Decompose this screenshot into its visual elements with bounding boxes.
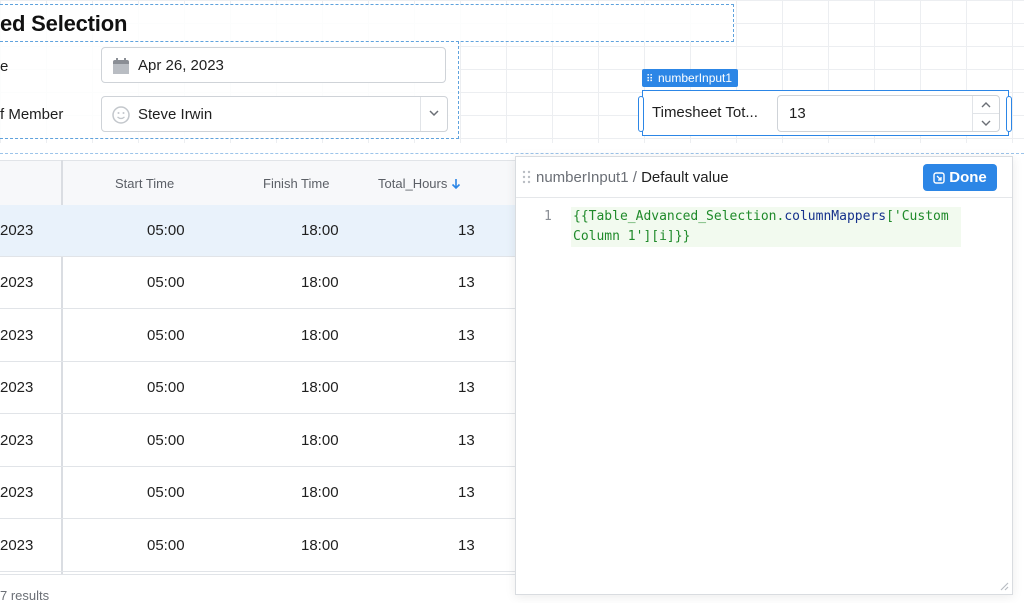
table-header: Start Time Finish Time Total_Hours: [0, 160, 516, 206]
code-brace-open: {{: [573, 209, 589, 224]
cell-total-hours: 13: [458, 274, 475, 291]
code-object: Table_Advanced_Selection: [588, 209, 777, 224]
code-brace-close: }}: [674, 229, 691, 244]
cell-finish-time: 18:00: [301, 484, 339, 501]
member-value: Steve Irwin: [138, 106, 213, 123]
cell-date: 2023: [0, 327, 34, 344]
table-row[interactable]: 2023 05:00 18:00 13: [0, 310, 516, 362]
cell-date: 2023: [0, 484, 34, 501]
table-row[interactable]: 2023 05:00 18:00 13: [0, 467, 516, 519]
popover-header: numberInput1 / Default value Done: [516, 157, 1012, 198]
table-row[interactable]: 2023 05:00 18:00 13: [0, 415, 516, 467]
cell-finish-time: 18:00: [301, 222, 339, 239]
property-editor-popover[interactable]: numberInput1 / Default value Done 1 {{Ta…: [515, 156, 1013, 595]
cell-date: 2023: [0, 222, 34, 239]
editor-gutter: [516, 198, 562, 594]
cell-date: 2023: [0, 537, 34, 554]
cell-date: 2023: [0, 432, 34, 449]
cell-date: 2023: [0, 274, 34, 291]
breadcrumb-separator: /: [628, 169, 642, 186]
cell-start-time: 05:00: [147, 432, 185, 449]
member-label: f Member: [0, 106, 64, 123]
table-row[interactable]: 2023 05:00 18:00 13: [0, 257, 516, 309]
date-picker[interactable]: Apr 26, 2023: [101, 47, 446, 83]
code-index: [i]: [651, 229, 675, 244]
drag-handle-icon[interactable]: [522, 170, 531, 184]
widget-name-tag[interactable]: ⠿ numberInput1: [642, 69, 739, 89]
line-number: 1: [544, 209, 552, 224]
form-container[interactable]: e Apr 26, 2023 f Member Steve Irwin: [0, 41, 459, 139]
drag-handle-icon[interactable]: ⠿: [646, 71, 654, 89]
collapse-icon: [933, 171, 945, 184]
done-label: Done: [949, 169, 987, 186]
widget-name: numberInput1: [658, 71, 733, 85]
cell-total-hours: 13: [458, 537, 475, 554]
cell-total-hours: 13: [458, 379, 475, 396]
done-button[interactable]: Done: [923, 164, 997, 191]
cell-start-time: 05:00: [147, 379, 185, 396]
column-header-start-time[interactable]: Start Time: [115, 176, 174, 191]
cell-start-time: 05:00: [147, 537, 185, 554]
chevron-up-icon: [981, 101, 991, 107]
page-title: ed Selection: [0, 11, 128, 36]
code-bracket-open: [: [886, 209, 894, 224]
cell-start-time: 05:00: [147, 327, 185, 344]
chevron-down-icon[interactable]: [427, 106, 441, 120]
column-header-total-hours[interactable]: Total_Hours: [378, 176, 461, 191]
cell-total-hours: 13: [458, 484, 475, 501]
calendar-icon: [113, 58, 129, 74]
breadcrumb-field: Default value: [641, 169, 729, 186]
cell-finish-time: 18:00: [301, 379, 339, 396]
column-header-total-hours-label: Total_Hours: [378, 176, 448, 191]
number-stepper[interactable]: [972, 96, 999, 131]
number-input-value: 13: [789, 105, 806, 122]
table-footer: 7 results: [0, 574, 516, 603]
number-input-field[interactable]: 13: [777, 95, 1000, 132]
code-property: columnMappers: [784, 209, 887, 224]
title-widget[interactable]: ed Selection: [0, 4, 734, 42]
date-value: Apr 26, 2023: [138, 57, 224, 74]
resize-grip-icon[interactable]: [999, 581, 1009, 591]
column-header-finish-time[interactable]: Finish Time: [263, 176, 329, 191]
resize-handle-right[interactable]: [1006, 96, 1012, 132]
code-editor[interactable]: {{Table_Advanced_Selection.columnMappers…: [571, 207, 961, 247]
cell-total-hours: 13: [458, 327, 475, 344]
cell-finish-time: 18:00: [301, 432, 339, 449]
sort-descending-icon[interactable]: [451, 178, 461, 190]
date-label: e: [0, 58, 9, 75]
cell-total-hours: 13: [458, 432, 475, 449]
breadcrumb: numberInput1 / Default value: [536, 169, 729, 186]
cell-finish-time: 18:00: [301, 274, 339, 291]
breadcrumb-widget[interactable]: numberInput1: [536, 169, 629, 186]
cell-finish-time: 18:00: [301, 537, 339, 554]
cell-date: 2023: [0, 379, 34, 396]
member-select[interactable]: Steve Irwin: [101, 96, 448, 132]
number-input-label: Timesheet Tot...: [652, 104, 758, 121]
cell-start-time: 05:00: [147, 222, 185, 239]
select-divider: [420, 97, 421, 131]
widget-boundary: [0, 153, 1024, 154]
chevron-down-icon: [981, 120, 991, 126]
increment-button[interactable]: [973, 96, 999, 114]
resize-handle-left[interactable]: [638, 96, 644, 132]
decrement-button[interactable]: [973, 114, 999, 131]
smiley-icon: [112, 106, 130, 124]
cell-start-time: 05:00: [147, 274, 185, 291]
cell-total-hours: 13: [458, 222, 475, 239]
table-row[interactable]: 2023 05:00 18:00 13: [0, 205, 516, 257]
cell-start-time: 05:00: [147, 484, 185, 501]
table-row[interactable]: 2023 05:00 18:00 13: [0, 520, 516, 572]
table-row[interactable]: 2023 05:00 18:00 13: [0, 362, 516, 414]
cell-finish-time: 18:00: [301, 327, 339, 344]
